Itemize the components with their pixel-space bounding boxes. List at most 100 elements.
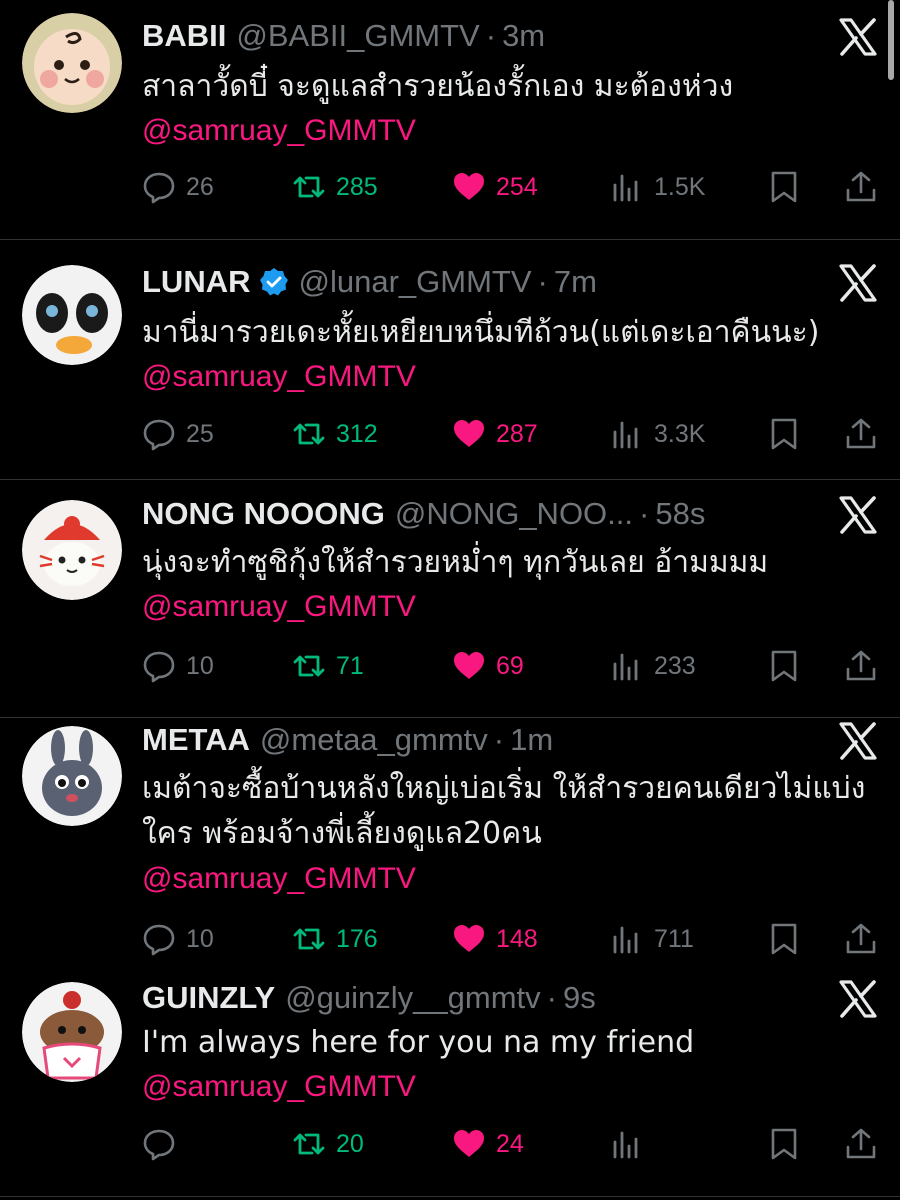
avatar-nong-nooong[interactable] xyxy=(22,500,122,600)
action-bar: 10 71 69 233 xyxy=(142,646,882,686)
avatar-guinzly[interactable] xyxy=(22,982,122,1082)
share-icon xyxy=(844,922,878,956)
bookmark-button[interactable] xyxy=(767,414,801,454)
share-button[interactable] xyxy=(844,1124,878,1164)
mention-link[interactable]: @samruay_GMMTV xyxy=(142,108,416,153)
retweet-button[interactable]: 71 xyxy=(292,646,364,686)
share-button[interactable] xyxy=(844,919,878,959)
share-button[interactable] xyxy=(844,646,878,686)
heart-icon xyxy=(452,1127,486,1161)
views-button[interactable]: 233 xyxy=(610,646,696,686)
like-button[interactable]: 69 xyxy=(452,646,524,686)
views-button[interactable]: 711 xyxy=(610,919,694,959)
scrollbar-thumb[interactable] xyxy=(888,0,894,80)
avatar-babii[interactable] xyxy=(22,13,122,113)
reply-icon xyxy=(142,922,176,956)
like-count: 287 xyxy=(496,419,538,448)
bookmark-button[interactable] xyxy=(767,646,801,686)
bookmark-icon xyxy=(767,417,801,451)
tweet-header: BABII @BABII_GMMTV · 3m xyxy=(142,16,545,56)
tweet-text: เมต้าจะซื้อบ้านหลังใหญ่เบ่อเริ่ม ให้สำรว… xyxy=(142,771,866,851)
timestamp[interactable]: 58s xyxy=(655,494,705,534)
retweet-count: 20 xyxy=(336,1129,364,1158)
views-button[interactable]: 1.5K xyxy=(610,167,705,207)
x-logo-icon xyxy=(838,980,878,1018)
views-button[interactable] xyxy=(610,1124,654,1164)
x-logo-icon xyxy=(838,264,878,302)
reply-button[interactable]: 26 xyxy=(142,167,214,207)
tweet-header: METAA @metaa_gmmtv · 1m xyxy=(142,720,553,760)
heart-icon xyxy=(452,649,486,683)
tweet-text: สาลาวั้ดบี๋ จะดูแลสำรวยน้องรั้กเอง มะต้อ… xyxy=(142,69,734,104)
tweet-text: มานี่มารวยเดะหั้ยเหยียบหนึ่มทีถ้วน(แต่เด… xyxy=(142,315,820,350)
display-name[interactable]: GUINZLY xyxy=(142,978,275,1018)
bookmark-button[interactable] xyxy=(767,1124,801,1164)
reply-button[interactable]: 10 xyxy=(142,646,214,686)
tweet-card[interactable]: NONG NOOONG @NONG_NOO... · 58s นุ่งจะทำซ… xyxy=(0,480,900,718)
reply-icon xyxy=(142,1127,176,1161)
bookmark-icon xyxy=(767,649,801,683)
retweet-icon xyxy=(292,649,326,683)
retweet-button[interactable]: 312 xyxy=(292,414,378,454)
bookmark-button[interactable] xyxy=(767,167,801,207)
user-handle[interactable]: @guinzly__gmmtv xyxy=(285,978,540,1018)
x-logo-icon xyxy=(838,722,878,760)
mention-link[interactable]: @samruay_GMMTV xyxy=(142,1064,416,1109)
reply-icon xyxy=(142,170,176,204)
user-handle[interactable]: @lunar_GMMTV xyxy=(299,262,532,302)
timestamp[interactable]: 9s xyxy=(563,978,596,1018)
reply-count: 26 xyxy=(186,172,214,201)
user-handle[interactable]: @BABII_GMMTV xyxy=(236,16,479,56)
tweet-card[interactable]: BABII @BABII_GMMTV · 3m สาลาวั้ดบี๋ จะดู… xyxy=(0,0,900,240)
retweet-icon xyxy=(292,417,326,451)
mention-link[interactable]: @samruay_GMMTV xyxy=(142,584,416,629)
bookmark-button[interactable] xyxy=(767,919,801,959)
tweet-divider xyxy=(0,1196,900,1197)
tweet-card[interactable]: METAA @metaa_gmmtv · 1m เมต้าจะซื้อบ้านห… xyxy=(0,718,900,970)
timestamp[interactable]: 1m xyxy=(510,720,553,760)
reply-button[interactable]: 10 xyxy=(142,919,214,959)
mention-link[interactable]: @samruay_GMMTV xyxy=(142,354,416,399)
separator-dot: · xyxy=(639,496,650,531)
avatar-lunar[interactable] xyxy=(22,265,122,365)
heart-icon xyxy=(452,417,486,451)
retweet-button[interactable]: 20 xyxy=(292,1124,364,1164)
action-bar: 20 24 xyxy=(142,1124,882,1164)
views-count: 3.3K xyxy=(654,419,706,448)
retweet-count: 176 xyxy=(336,924,378,953)
views-count: 233 xyxy=(654,651,696,680)
like-button[interactable]: 254 xyxy=(452,167,538,207)
action-bar: 25 312 287 3.3K xyxy=(142,414,882,454)
display-name[interactable]: LUNAR xyxy=(142,262,251,302)
like-button[interactable]: 287 xyxy=(452,414,538,454)
like-button[interactable]: 148 xyxy=(452,919,538,959)
avatar-metaa[interactable] xyxy=(22,726,122,826)
views-button[interactable]: 3.3K xyxy=(610,414,705,454)
reply-button[interactable]: 25 xyxy=(142,414,214,454)
heart-icon xyxy=(452,922,486,956)
views-icon xyxy=(610,649,644,683)
timestamp[interactable]: 7m xyxy=(554,262,597,302)
timestamp[interactable]: 3m xyxy=(502,16,545,56)
heart-icon xyxy=(452,170,486,204)
display-name[interactable]: BABII xyxy=(142,16,226,56)
share-button[interactable] xyxy=(844,414,878,454)
display-name[interactable]: METAA xyxy=(142,720,250,760)
user-handle[interactable]: @metaa_gmmtv xyxy=(260,720,488,760)
share-button[interactable] xyxy=(844,167,878,207)
retweet-count: 312 xyxy=(336,419,378,448)
x-logo-icon xyxy=(838,18,878,56)
display-name[interactable]: NONG NOOONG xyxy=(142,494,385,534)
like-button[interactable]: 24 xyxy=(452,1124,524,1164)
retweet-button[interactable]: 176 xyxy=(292,919,378,959)
tweet-card[interactable]: GUINZLY @guinzly__gmmtv · 9s I'm always … xyxy=(0,970,900,1192)
like-count: 69 xyxy=(496,651,524,680)
share-icon xyxy=(844,170,878,204)
tweet-header: GUINZLY @guinzly__gmmtv · 9s xyxy=(142,978,596,1018)
user-handle[interactable]: @NONG_NOO... xyxy=(395,494,633,534)
mention-link[interactable]: @samruay_GMMTV xyxy=(142,856,416,901)
reply-button[interactable] xyxy=(142,1124,186,1164)
retweet-button[interactable]: 285 xyxy=(292,167,378,207)
action-bar: 10 176 148 711 xyxy=(142,919,882,959)
tweet-card[interactable]: LUNAR @lunar_GMMTV · 7m มานี่มารวยเดะหั้… xyxy=(0,240,900,480)
